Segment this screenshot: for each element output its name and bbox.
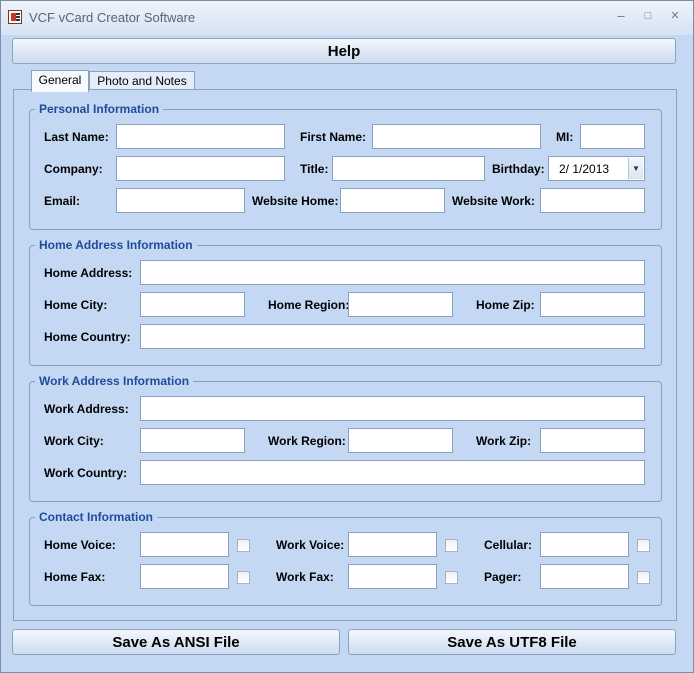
website-work-input[interactable] — [540, 188, 645, 213]
help-button[interactable]: Help — [12, 38, 676, 64]
email-label: Email: — [44, 194, 81, 208]
work-fax-checkbox[interactable] — [445, 571, 458, 584]
home-city-input[interactable] — [140, 292, 245, 317]
work-voice-checkbox[interactable] — [445, 539, 458, 552]
company-input[interactable] — [116, 156, 285, 181]
home-country-label: Home Country: — [44, 330, 131, 344]
home-region-label: Home Region: — [268, 298, 350, 312]
home-zip-input[interactable] — [540, 292, 645, 317]
work-country-label: Work Country: — [44, 466, 128, 480]
work-country-input[interactable] — [140, 460, 645, 485]
home-voice-checkbox[interactable] — [237, 539, 250, 552]
birthday-date-picker[interactable]: 2/ 1/2013 ▼ — [548, 156, 645, 181]
home-fax-checkbox[interactable] — [237, 571, 250, 584]
email-input[interactable] — [116, 188, 245, 213]
tab-photo-and-notes[interactable]: Photo and Notes — [89, 71, 195, 91]
mi-input[interactable] — [580, 124, 645, 149]
app-window: VCF vCard Creator Software – □ ✕ Help Ge… — [0, 0, 694, 673]
first-name-input[interactable] — [372, 124, 541, 149]
minimize-button[interactable]: – — [611, 7, 631, 25]
work-voice-input[interactable] — [348, 532, 437, 557]
website-home-label: Website Home: — [252, 194, 339, 208]
chevron-down-icon[interactable]: ▼ — [628, 158, 643, 179]
work-region-input[interactable] — [348, 428, 453, 453]
work-city-label: Work City: — [44, 434, 104, 448]
maximize-button[interactable]: □ — [638, 7, 658, 25]
personal-information-legend: Personal Information — [35, 102, 164, 116]
home-fax-input[interactable] — [140, 564, 229, 589]
cellular-input[interactable] — [540, 532, 629, 557]
pager-checkbox[interactable] — [637, 571, 650, 584]
home-address-label: Home Address: — [44, 266, 133, 280]
pager-input[interactable] — [540, 564, 629, 589]
home-address-legend: Home Address Information — [35, 238, 197, 252]
save-utf8-button[interactable]: Save As UTF8 File — [348, 629, 676, 655]
home-country-input[interactable] — [140, 324, 645, 349]
home-region-input[interactable] — [348, 292, 453, 317]
contact-information-group: Contact Information — [29, 510, 662, 606]
title-input[interactable] — [332, 156, 485, 181]
work-zip-input[interactable] — [540, 428, 645, 453]
home-city-label: Home City: — [44, 298, 108, 312]
last-name-label: Last Name: — [44, 130, 109, 144]
home-address-input[interactable] — [140, 260, 645, 285]
work-address-legend: Work Address Information — [35, 374, 194, 388]
work-zip-label: Work Zip: — [476, 434, 532, 448]
work-address-input[interactable] — [140, 396, 645, 421]
tab-general[interactable]: General — [31, 70, 89, 92]
cellular-checkbox[interactable] — [637, 539, 650, 552]
birthday-label: Birthday: — [492, 162, 545, 176]
home-voice-input[interactable] — [140, 532, 229, 557]
work-fax-input[interactable] — [348, 564, 437, 589]
home-voice-label: Home Voice: — [44, 538, 116, 552]
mi-label: MI: — [556, 130, 574, 144]
window-title: VCF vCard Creator Software — [29, 10, 196, 25]
work-address-label: Work Address: — [44, 402, 129, 416]
title-label: Title: — [300, 162, 329, 176]
cellular-label: Cellular: — [484, 538, 533, 552]
contact-information-legend: Contact Information — [35, 510, 157, 524]
first-name-label: First Name: — [300, 130, 367, 144]
home-fax-label: Home Fax: — [44, 570, 106, 584]
work-region-label: Work Region: — [268, 434, 346, 448]
pager-label: Pager: — [484, 570, 522, 584]
vcard-app-icon — [8, 10, 22, 24]
birthday-value: 2/ 1/2013 — [559, 162, 610, 176]
work-voice-label: Work Voice: — [276, 538, 345, 552]
work-fax-label: Work Fax: — [276, 570, 334, 584]
website-home-input[interactable] — [340, 188, 445, 213]
website-work-label: Website Work: — [452, 194, 535, 208]
close-button[interactable]: ✕ — [665, 7, 685, 25]
home-zip-label: Home Zip: — [476, 298, 535, 312]
last-name-input[interactable] — [116, 124, 285, 149]
work-city-input[interactable] — [140, 428, 245, 453]
company-label: Company: — [44, 162, 103, 176]
title-bar: VCF vCard Creator Software – □ ✕ — [1, 1, 693, 35]
save-ansi-button[interactable]: Save As ANSI File — [12, 629, 340, 655]
